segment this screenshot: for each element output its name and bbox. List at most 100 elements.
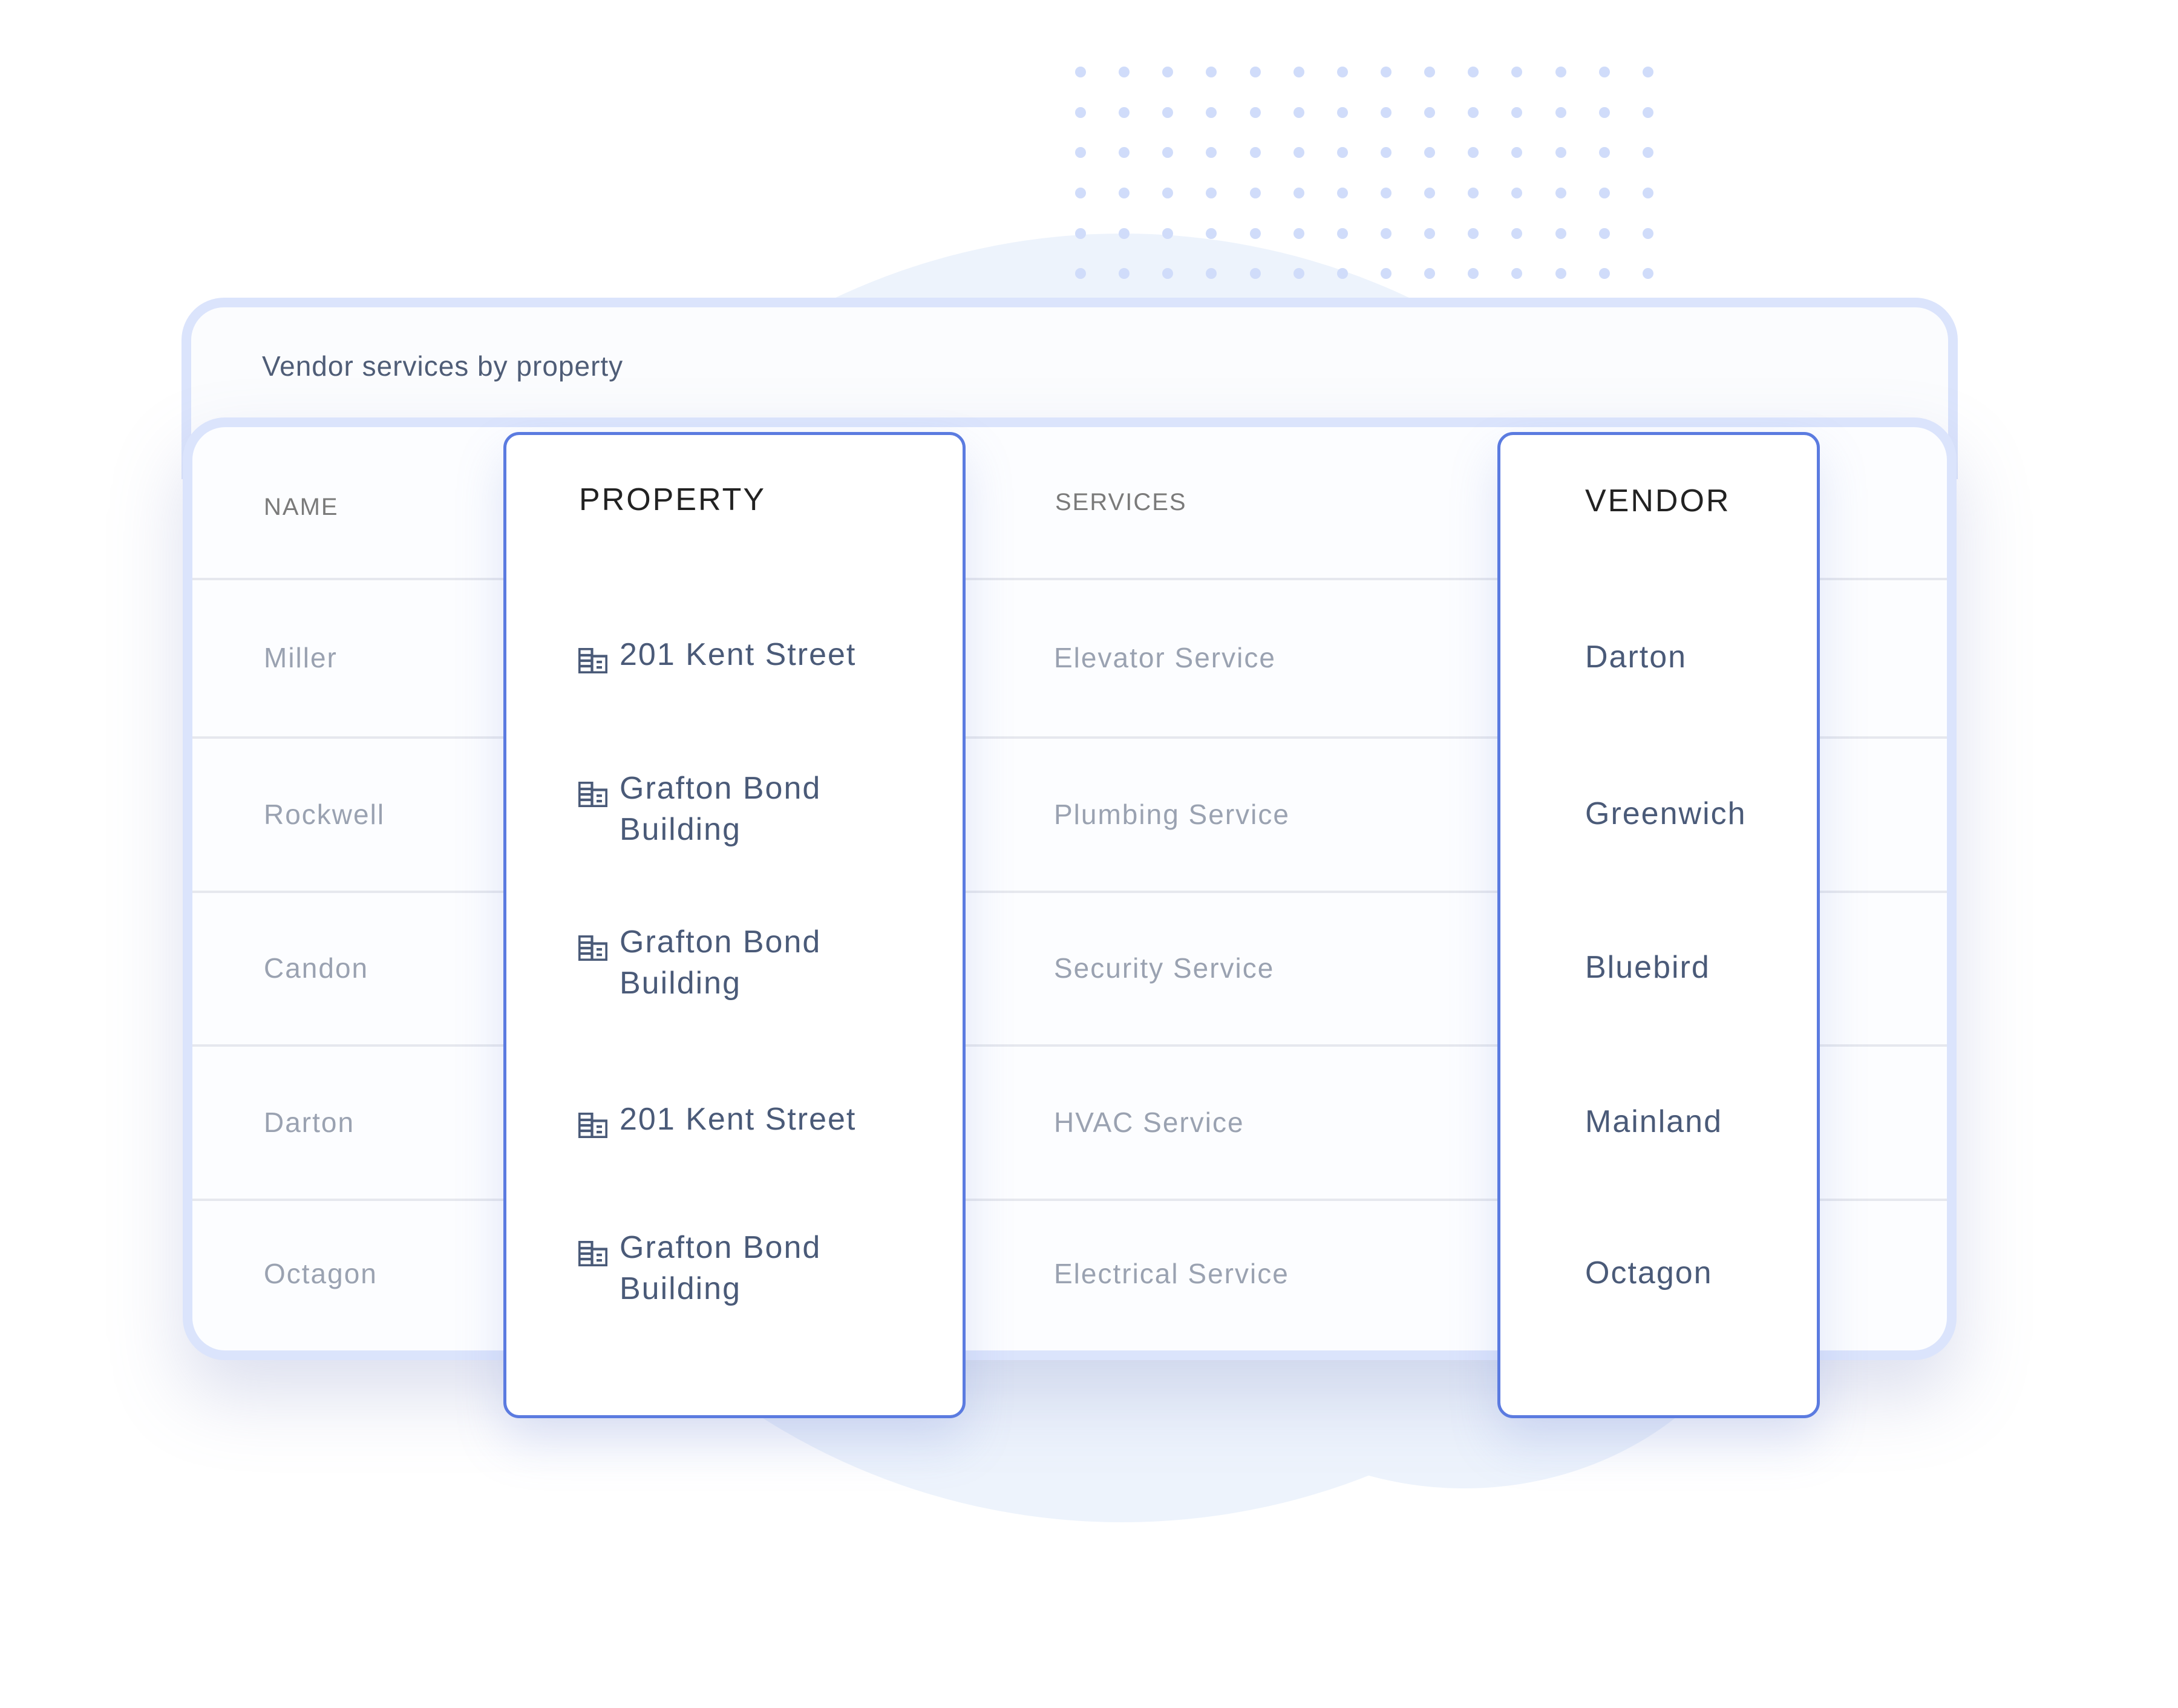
- decorative-dot: [1424, 106, 1436, 118]
- property-label: Grafton Bond Building: [620, 770, 822, 847]
- decorative-dot: [1075, 227, 1087, 239]
- decorative-dot: [1555, 147, 1566, 159]
- decorative-dot: [1511, 147, 1523, 159]
- decorative-dot: [1468, 187, 1479, 198]
- decorative-dot: [1381, 147, 1392, 159]
- decorative-dot: [1598, 268, 1610, 280]
- decorative-dot: [1336, 268, 1348, 280]
- decorative-dot: [1119, 147, 1130, 159]
- decorative-dot: [1555, 187, 1566, 198]
- cell-property: 201 Kent Street: [578, 1099, 874, 1140]
- decorative-dot: [1642, 268, 1653, 280]
- decorative-dot: [1511, 187, 1523, 198]
- decorative-dot: [1642, 147, 1653, 159]
- decorative-dot: [1555, 67, 1566, 77]
- cell-name: Darton: [264, 1106, 355, 1138]
- decorative-dot: [1249, 187, 1261, 198]
- decorative-dot: [1555, 106, 1566, 118]
- decorative-dot: [1381, 187, 1392, 198]
- decorative-dot: [1293, 67, 1304, 77]
- decorative-dot: [1119, 106, 1130, 118]
- decorative-dot: [1424, 67, 1436, 77]
- decorative-dot: [1511, 268, 1523, 280]
- building-icon: [578, 1107, 608, 1139]
- decorative-dot: [1249, 227, 1261, 239]
- decorative-dot: [1642, 106, 1653, 118]
- decorative-dot: [1293, 106, 1304, 118]
- cell-name: Miller: [264, 642, 338, 673]
- decorative-dot: [1336, 67, 1348, 77]
- property-label: 201 Kent Street: [620, 637, 857, 672]
- decorative-dot: [1162, 67, 1174, 77]
- cell-property: Grafton Bond Building: [578, 1227, 874, 1309]
- decorative-dot: [1468, 268, 1479, 280]
- column-header-vendor[interactable]: VENDOR: [1585, 483, 1730, 519]
- decorative-dot: [1119, 227, 1130, 239]
- cell-vendor: Darton: [1585, 640, 1687, 675]
- decorative-dot: [1336, 147, 1348, 159]
- building-icon: [578, 930, 608, 961]
- decorative-dot: [1642, 67, 1653, 77]
- decorative-dot: [1162, 147, 1174, 159]
- decorative-dot: [1206, 147, 1217, 159]
- decorative-dot: [1598, 187, 1610, 198]
- decorative-dot: [1075, 268, 1087, 280]
- decorative-dot: [1468, 227, 1479, 239]
- column-header-property[interactable]: PROPERTY: [579, 482, 766, 518]
- cell-vendor: Bluebird: [1585, 950, 1710, 985]
- decorative-dot: [1249, 147, 1261, 159]
- property-label: Grafton Bond Building: [620, 1230, 822, 1306]
- decorative-dot-grid: [1059, 67, 1670, 309]
- decorative-dot: [1075, 187, 1087, 198]
- cell-name: Rockwell: [264, 798, 385, 830]
- decorative-dot: [1119, 67, 1130, 77]
- decorative-dot: [1249, 106, 1261, 118]
- cell-service: Security Service: [1054, 952, 1275, 984]
- decorative-dot: [1206, 187, 1217, 198]
- column-header-name[interactable]: NAME: [264, 494, 339, 521]
- decorative-dot: [1336, 187, 1348, 198]
- cell-name: Octagon: [264, 1258, 378, 1289]
- property-label: Grafton Bond Building: [620, 924, 822, 1001]
- decorative-dot: [1249, 268, 1261, 280]
- decorative-dot: [1293, 187, 1304, 198]
- building-icon: [578, 643, 608, 674]
- decorative-dot: [1293, 268, 1304, 280]
- column-header-services[interactable]: SERVICES: [1055, 489, 1187, 516]
- decorative-dot: [1162, 227, 1174, 239]
- decorative-dot: [1381, 67, 1392, 77]
- decorative-dot: [1293, 227, 1304, 239]
- cell-vendor: Octagon: [1585, 1255, 1713, 1291]
- decorative-dot: [1468, 106, 1479, 118]
- cell-service: Plumbing Service: [1054, 798, 1290, 830]
- decorative-dot: [1381, 106, 1392, 118]
- widget-title: Vendor services by property: [262, 350, 624, 382]
- decorative-dot: [1468, 147, 1479, 159]
- decorative-dot: [1511, 106, 1523, 118]
- property-label: 201 Kent Street: [620, 1101, 857, 1137]
- decorative-dot: [1424, 268, 1436, 280]
- decorative-dot: [1206, 106, 1217, 118]
- decorative-dot: [1162, 187, 1174, 198]
- building-icon: [578, 1235, 608, 1267]
- cell-service: Elevator Service: [1054, 642, 1276, 673]
- decorative-dot: [1555, 227, 1566, 239]
- decorative-dot: [1642, 227, 1653, 239]
- decorative-dot: [1598, 227, 1610, 239]
- decorative-dot: [1381, 268, 1392, 280]
- decorative-dot: [1555, 268, 1566, 280]
- decorative-dot: [1424, 187, 1436, 198]
- decorative-dot: [1206, 227, 1217, 239]
- decorative-dot: [1162, 268, 1174, 280]
- decorative-dot: [1119, 187, 1130, 198]
- decorative-dot: [1075, 147, 1087, 159]
- decorative-dot: [1424, 147, 1436, 159]
- decorative-dot: [1598, 147, 1610, 159]
- decorative-dot: [1206, 268, 1217, 280]
- cell-vendor: Greenwich: [1585, 796, 1747, 831]
- decorative-dot: [1381, 227, 1392, 239]
- decorative-dot: [1249, 67, 1261, 77]
- cell-service: HVAC Service: [1054, 1106, 1244, 1138]
- decorative-dot: [1424, 227, 1436, 239]
- decorative-dot: [1336, 106, 1348, 118]
